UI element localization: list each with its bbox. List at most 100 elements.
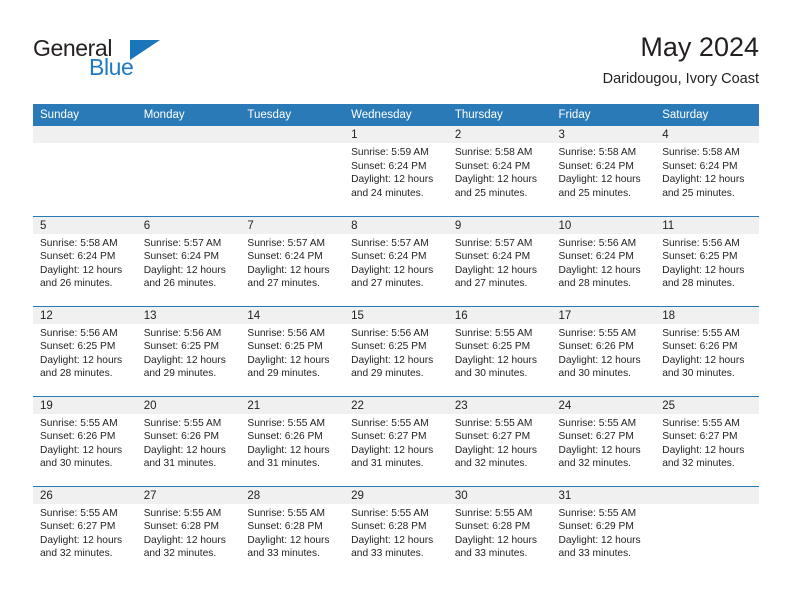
daylight-text: Daylight: 12 hours and 25 minutes. [454,174,537,199]
sunset-text: Sunset: 6:24 PM [558,160,634,172]
day-details: Sunrise: 5:55 AM Sunset: 6:26 PM Daylight:… [240,414,344,471]
day-details: Sunrise: 5:55 AM Sunset: 6:28 PM Daylight:… [448,504,552,561]
daylight-text: Daylight: 12 hours and 29 minutes. [351,354,434,380]
day-details: Sunrise: 5:55 AM Sunset: 6:26 PM Daylight:… [552,324,656,381]
sunset-text: Sunset: 6:25 PM [247,341,323,353]
sunset-text: Sunset: 6:25 PM [454,341,531,353]
calendar-day-cell[interactable]: 27 Sunrise: 5:55 AM Sunset: 6:28 PM Dayligh… [136,485,241,576]
day-details: Sunrise: 5:57 AM Sunset: 6:24 PM Daylight:… [137,234,241,291]
calendar-day-cell[interactable]: 25 Sunrise: 5:55 AM Sunset: 6:27 PM Dayligh… [655,395,759,486]
calendar-day-cell[interactable]: 8 Sunrise: 5:57 AM Sunset: 6:24 PM Daylight… [344,215,448,306]
day-details: Sunrise: 5:57 AM Sunset: 6:24 PM Daylight:… [344,234,448,291]
calendar-day-cell[interactable]: 16 Sunrise: 5:55 AM Sunset: 6:25 PM Dayligh… [447,305,552,396]
sunrise-text: Sunrise: 5:57 AM [351,237,429,249]
calendar-day-cell[interactable]: 31 Sunrise: 5:55 AM Sunset: 6:29 PM Dayligh… [551,485,656,576]
day-details: Sunrise: 5:56 AM Sunset: 6:25 PM Daylight:… [240,324,344,381]
sunset-text: Sunset: 6:26 PM [40,431,116,443]
sunrise-text: Sunrise: 5:55 AM [454,417,533,429]
daylight-text: Daylight: 12 hours and 31 minutes. [247,444,330,470]
day-details: Sunrise: 5:55 AM Sunset: 6:27 PM Daylight:… [344,414,448,471]
sunrise-text: Sunrise: 5:55 AM [40,417,118,429]
daylight-text: Daylight: 12 hours and 29 minutes. [247,354,330,380]
calendar-day-cell[interactable]: 20 Sunrise: 5:55 AM Sunset: 6:26 PM Dayligh… [136,395,241,486]
calendar-day-cell[interactable]: 18 Sunrise: 5:55 AM Sunset: 6:26 PM Dayligh… [655,305,759,396]
calendar-day-cell[interactable]: 12 Sunrise: 5:56 AM Sunset: 6:25 PM Dayligh… [33,305,137,396]
calendar-day-cell[interactable]: 4 Sunrise: 5:58 AM Sunset: 6:24 PM Daylight… [655,126,759,216]
day-number: 17 [551,306,656,324]
calendar-day-cell[interactable]: 1 Sunrise: 5:59 AM Sunset: 6:24 PM Daylight… [344,126,448,216]
calendar-day-cell[interactable]: 21 Sunrise: 5:55 AM Sunset: 6:26 PM Dayligh… [240,395,345,486]
sunrise-text: Sunrise: 5:55 AM [351,507,429,519]
daylight-text: Daylight: 12 hours and 27 minutes. [247,264,330,290]
day-details: Sunrise: 5:56 AM Sunset: 6:24 PM Daylight:… [552,234,656,291]
calendar-day-cell[interactable]: 7 Sunrise: 5:57 AM Sunset: 6:24 PM Daylight… [240,215,345,306]
column-header-friday: Friday [551,104,656,126]
calendar-day-cell[interactable]: 22 Sunrise: 5:55 AM Sunset: 6:27 PM Dayligh… [344,395,448,486]
daylight-text: Daylight: 12 hours and 33 minutes. [247,534,330,560]
day-number: 4 [655,126,759,143]
day-details: Sunrise: 5:55 AM Sunset: 6:26 PM Daylight:… [33,414,137,471]
day-details: Sunrise: 5:56 AM Sunset: 6:25 PM Daylight:… [33,324,137,381]
sunrise-text: Sunrise: 5:55 AM [558,507,637,519]
daylight-text: Daylight: 12 hours and 27 minutes. [351,264,434,290]
generalblue-logo: General Blue [33,35,203,91]
calendar-day-cell[interactable]: 17 Sunrise: 5:55 AM Sunset: 6:26 PM Dayligh… [551,305,656,396]
calendar-day-cell[interactable]: 9 Sunrise: 5:57 AM Sunset: 6:24 PM Daylight… [447,215,552,306]
sunrise-text: Sunrise: 5:58 AM [454,147,533,158]
daylight-text: Daylight: 12 hours and 26 minutes. [40,264,123,290]
calendar-day-cell[interactable]: 24 Sunrise: 5:55 AM Sunset: 6:27 PM Dayligh… [551,395,656,486]
logo-triangle-icon [130,40,160,60]
daylight-text: Daylight: 12 hours and 28 minutes. [40,354,123,380]
sunset-text: Sunset: 6:25 PM [662,251,738,263]
sunset-text: Sunset: 6:27 PM [40,521,116,533]
calendar-day-cell[interactable]: 10 Sunrise: 5:56 AM Sunset: 6:24 PM Dayligh… [551,215,656,306]
calendar-day-cell[interactable]: 30 Sunrise: 5:55 AM Sunset: 6:28 PM Dayligh… [447,485,552,576]
sunrise-text: Sunrise: 5:56 AM [143,327,222,339]
daylight-text: Daylight: 12 hours and 30 minutes. [662,354,745,380]
page-title: May 2024 [640,32,759,62]
sunset-text: Sunset: 6:24 PM [40,251,116,263]
sunrise-text: Sunrise: 5:58 AM [40,237,118,249]
calendar-day-cell[interactable]: 23 Sunrise: 5:55 AM Sunset: 6:27 PM Dayligh… [447,395,552,486]
sunset-text: Sunset: 6:25 PM [40,341,116,353]
day-number: 1 [344,126,448,143]
calendar-day-cell[interactable]: 14 Sunrise: 5:56 AM Sunset: 6:25 PM Dayligh… [240,305,345,396]
calendar-day-cell[interactable]: 11 Sunrise: 5:56 AM Sunset: 6:25 PM Dayligh… [655,215,759,306]
calendar-day-cell[interactable]: 29 Sunrise: 5:55 AM Sunset: 6:28 PM Dayligh… [344,485,448,576]
calendar-week-row: 1 Sunrise: 5:59 AM Sunset: 6:24 PM Daylight… [33,126,759,216]
calendar-day-cell[interactable]: 6 Sunrise: 5:57 AM Sunset: 6:24 PM Daylight… [136,215,241,306]
calendar-day-cell[interactable]: 3 Sunrise: 5:58 AM Sunset: 6:24 PM Daylight… [551,126,656,216]
calendar-day-cell[interactable]: 15 Sunrise: 5:56 AM Sunset: 6:25 PM Dayligh… [344,305,448,396]
page-header: General Blue May 2024 Daridougou, Ivory … [33,30,759,98]
calendar-day-cell[interactable]: 26 Sunrise: 5:55 AM Sunset: 6:27 PM Dayligh… [33,485,137,576]
daylight-text: Daylight: 12 hours and 31 minutes. [351,444,434,470]
daylight-text: Daylight: 12 hours and 32 minutes. [40,534,123,560]
sunrise-text: Sunrise: 5:55 AM [247,507,325,519]
daylight-text: Daylight: 12 hours and 26 minutes. [143,264,226,290]
day-number [655,486,759,504]
calendar-week-row: 19 Sunrise: 5:55 AM Sunset: 6:26 PM Dayligh… [33,395,759,486]
calendar-day-cell[interactable]: 19 Sunrise: 5:55 AM Sunset: 6:26 PM Dayligh… [33,395,137,486]
calendar-day-cell[interactable]: 5 Sunrise: 5:58 AM Sunset: 6:24 PM Daylight… [33,215,137,306]
day-number [240,126,345,143]
sunset-text: Sunset: 6:24 PM [247,251,323,263]
calendar-day-cell[interactable]: 2 Sunrise: 5:58 AM Sunset: 6:24 PM Daylight… [447,126,552,216]
day-number: 22 [344,396,448,414]
day-number: 16 [447,306,552,324]
daylight-text: Daylight: 12 hours and 30 minutes. [454,354,537,380]
sunrise-text: Sunrise: 5:55 AM [454,327,533,339]
day-details: Sunrise: 5:55 AM Sunset: 6:27 PM Daylight:… [552,414,656,471]
sunrise-text: Sunrise: 5:57 AM [247,237,325,249]
daylight-text: Daylight: 12 hours and 31 minutes. [143,444,226,470]
sunrise-text: Sunrise: 5:56 AM [662,237,740,249]
day-details: Sunrise: 5:55 AM Sunset: 6:25 PM Daylight:… [448,324,552,381]
page-subtitle: Daridougou, Ivory Coast [602,71,759,87]
calendar-day-cell[interactable]: 28 Sunrise: 5:55 AM Sunset: 6:28 PM Dayligh… [240,485,345,576]
day-number: 11 [655,216,759,234]
sunset-text: Sunset: 6:26 PM [558,341,634,353]
calendar-day-cell[interactable]: 13 Sunrise: 5:56 AM Sunset: 6:25 PM Dayligh… [136,305,241,396]
sunrise-text: Sunrise: 5:56 AM [247,327,325,339]
calendar-day-cell-empty [136,126,241,216]
sunset-text: Sunset: 6:24 PM [662,160,738,172]
day-number: 6 [136,216,241,234]
